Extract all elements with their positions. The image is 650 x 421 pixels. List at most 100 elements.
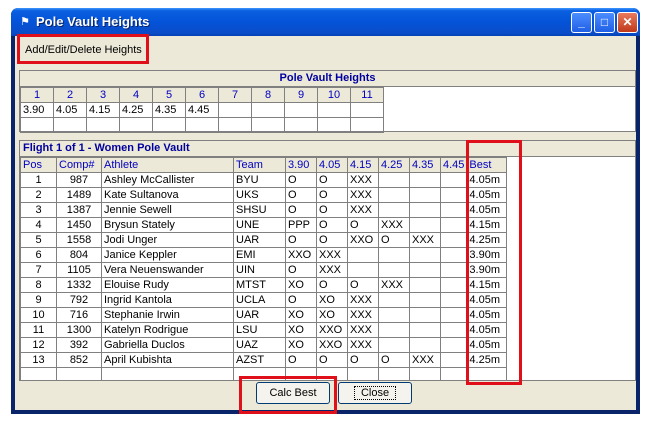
height-cell[interactable]: 4.05	[53, 102, 87, 118]
height-cell-empty[interactable]	[53, 117, 87, 133]
cell-empty[interactable]	[439, 367, 468, 380]
cell-h3[interactable]	[347, 262, 379, 278]
table-row[interactable]: 6 804 Janice Keppler EMI XXO XXX 3.90m	[20, 247, 508, 263]
table-row[interactable]: 1 987 Ashley McCallister BYU O O XXX 4.05m	[20, 172, 508, 188]
cell-comp[interactable]: 392	[56, 337, 102, 353]
cell-athlete[interactable]: Janice Keppler	[101, 247, 234, 263]
cell-h2[interactable]: O	[316, 187, 348, 203]
cell-comp[interactable]: 1332	[56, 277, 102, 293]
cell-h1[interactable]: O	[285, 352, 317, 368]
height-cell[interactable]	[251, 102, 285, 118]
table-row[interactable]: 10 716 Stephanie Irwin UAR XO XO XXX 4.05m	[20, 307, 508, 323]
height-cell-empty[interactable]	[185, 117, 219, 133]
table-row[interactable]: 4 1450 Brysun Stately UNE PPP O O XXX 4.15m	[20, 217, 508, 233]
height-cell-empty[interactable]	[317, 117, 351, 133]
cell-empty[interactable]	[20, 367, 57, 380]
cell-comp[interactable]: 1300	[56, 322, 102, 338]
table-row[interactable]: 8 1332 Elouise Rudy MTST XO O O XXX 4.15m	[20, 277, 508, 293]
results-col-header[interactable]: Pos	[20, 157, 57, 173]
cell-h3[interactable]: XXX	[347, 172, 379, 188]
height-cell-empty[interactable]	[119, 117, 153, 133]
results-col-header[interactable]: 3.90	[285, 157, 317, 173]
cell-team[interactable]: MTST	[233, 277, 286, 293]
cell-athlete[interactable]: Ashley McCallister	[101, 172, 234, 188]
table-row[interactable]: 9 792 Ingrid Kantola UCLA O XO XXX 4.05m	[20, 292, 508, 308]
cell-team[interactable]: UNE	[233, 217, 286, 233]
table-row[interactable]: 2 1489 Kate Sultanova UKS O O XXX 4.05m	[20, 187, 508, 203]
cell-h6[interactable]	[439, 277, 468, 293]
height-cell[interactable]: 4.25	[119, 102, 153, 118]
cell-h5[interactable]: XXX	[409, 232, 441, 248]
cell-athlete[interactable]: Katelyn Rodrigue	[101, 322, 234, 338]
cell-h1[interactable]: XO	[285, 277, 317, 293]
cell-h4[interactable]	[378, 262, 410, 278]
cell-h1[interactable]: PPP	[285, 217, 317, 233]
results-col-header[interactable]: 4.25	[378, 157, 410, 173]
cell-pos[interactable]: 2	[20, 187, 57, 203]
cell-h1[interactable]: XXO	[285, 247, 317, 263]
cell-pos[interactable]: 12	[20, 337, 57, 353]
close-button[interactable]: Close	[338, 382, 412, 404]
cell-comp[interactable]: 1387	[56, 202, 102, 218]
cell-h2[interactable]: O	[316, 352, 348, 368]
cell-empty[interactable]	[101, 367, 234, 380]
height-cell-empty[interactable]	[152, 117, 186, 133]
cell-pos[interactable]: 6	[20, 247, 57, 263]
cell-h5[interactable]	[409, 262, 441, 278]
cell-h5[interactable]	[409, 292, 441, 308]
cell-h3[interactable]: XXX	[347, 307, 379, 323]
cell-team[interactable]: UAZ	[233, 337, 286, 353]
results-col-header[interactable]: Comp#	[56, 157, 102, 173]
cell-h5[interactable]	[409, 322, 441, 338]
cell-athlete[interactable]: Brysun Stately	[101, 217, 234, 233]
cell-h1[interactable]: XO	[285, 322, 317, 338]
cell-pos[interactable]: 1	[20, 172, 57, 188]
cell-h6[interactable]	[439, 202, 468, 218]
cell-pos[interactable]: 3	[20, 202, 57, 218]
cell-comp[interactable]: 1489	[56, 187, 102, 203]
height-cell-empty[interactable]	[218, 117, 252, 133]
results-grid[interactable]: Pos Comp# Athlete Team 3.90 4.05 4.15 4.25 4.35 4…	[20, 157, 508, 380]
cell-h1[interactable]: O	[285, 187, 317, 203]
cell-h6[interactable]	[439, 322, 468, 338]
cell-h2[interactable]: XXX	[316, 262, 348, 278]
height-cell[interactable]: 4.35	[152, 102, 186, 118]
cell-h2[interactable]: XXO	[316, 322, 348, 338]
cell-h5[interactable]	[409, 187, 441, 203]
cell-h6[interactable]	[439, 172, 468, 188]
cell-comp[interactable]: 716	[56, 307, 102, 323]
cell-comp[interactable]: 1450	[56, 217, 102, 233]
cell-h3[interactable]: O	[347, 352, 379, 368]
cell-athlete[interactable]: April Kubishta	[101, 352, 234, 368]
table-row[interactable]: 11 1300 Katelyn Rodrigue LSU XO XXO XXX 4.05m	[20, 322, 508, 338]
cell-h1[interactable]: XO	[285, 307, 317, 323]
cell-h4[interactable]	[378, 172, 410, 188]
cell-h5[interactable]: XXX	[409, 352, 441, 368]
cell-h1[interactable]: O	[285, 292, 317, 308]
cell-team[interactable]: LSU	[233, 322, 286, 338]
cell-h5[interactable]	[409, 172, 441, 188]
cell-h6[interactable]	[439, 307, 468, 323]
cell-h6[interactable]	[439, 187, 468, 203]
cell-h5[interactable]	[409, 307, 441, 323]
cell-h4[interactable]	[378, 187, 410, 203]
cell-athlete[interactable]: Jodi Unger	[101, 232, 234, 248]
cell-h3[interactable]: XXX	[347, 292, 379, 308]
cell-h4[interactable]: O	[378, 232, 410, 248]
cell-h1[interactable]: O	[285, 232, 317, 248]
cell-h6[interactable]	[439, 247, 468, 263]
cell-h6[interactable]	[439, 337, 468, 353]
results-col-header[interactable]: Athlete	[101, 157, 234, 173]
cell-h5[interactable]	[409, 247, 441, 263]
results-col-header[interactable]: 4.45	[439, 157, 468, 173]
cell-h5[interactable]	[409, 202, 441, 218]
cell-team[interactable]: UAR	[233, 307, 286, 323]
height-cell-empty[interactable]	[20, 117, 54, 133]
cell-h6[interactable]	[439, 217, 468, 233]
cell-h2[interactable]: XXX	[316, 247, 348, 263]
minimize-button[interactable]: _	[571, 12, 592, 33]
cell-pos[interactable]: 13	[20, 352, 57, 368]
table-row[interactable]: 12 392 Gabriella Duclos UAZ XO XXO XXX 4.05m	[20, 337, 508, 353]
cell-h4[interactable]	[378, 202, 410, 218]
height-cell-empty[interactable]	[251, 117, 285, 133]
